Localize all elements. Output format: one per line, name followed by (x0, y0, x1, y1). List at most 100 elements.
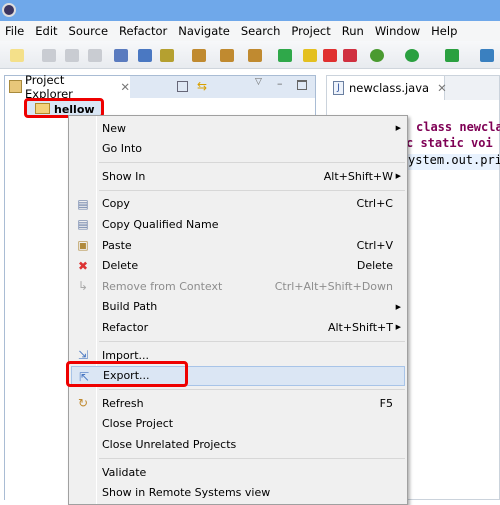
delete-icon: ✖ (77, 258, 89, 273)
menu-item-label: New (102, 121, 126, 135)
tab-newclass-java[interactable]: J newclass.java ✕ (327, 76, 447, 100)
run-icon[interactable] (405, 49, 419, 62)
menu-item-refresh[interactable]: ↻ Refresh F5 (71, 393, 405, 413)
menu-window[interactable]: Window (370, 24, 426, 38)
menu-item-copy[interactable]: ▤ Copy Ctrl+C (71, 194, 405, 214)
tab-label: Project Explorer (25, 73, 73, 101)
menu-item-new[interactable]: New ▶ (71, 118, 405, 138)
menu-item-label: Show in Remote Systems view (102, 486, 271, 500)
menu-item-copy-qualified-name[interactable]: ▤ Copy Qualified Name (71, 214, 405, 234)
resume-icon[interactable] (278, 49, 292, 62)
java-file-icon: J (333, 81, 344, 95)
debug-icon[interactable] (370, 49, 384, 62)
link-editor-icon[interactable]: ⇆ (197, 79, 207, 93)
disconnect-icon[interactable] (343, 49, 357, 62)
refresh-icon: ↻ (77, 396, 89, 411)
menu-separator (99, 341, 405, 342)
menu-search[interactable]: Search (236, 24, 287, 38)
submenu-arrow-icon: ▶ (395, 302, 401, 311)
menu-item-remove-from-context[interactable]: ↳ Remove from Context Ctrl+Alt+Shift+Down (71, 276, 405, 296)
remove-context-icon: ↳ (77, 279, 89, 294)
step-over-icon[interactable] (220, 49, 234, 62)
context-menu: New ▶ Go Into Show In Alt+Shift+W ▶ ▤ Copy Ctrl+… (68, 115, 408, 505)
eclipse-logo-icon (2, 3, 16, 17)
maximize-icon[interactable] (297, 80, 307, 90)
menu-item-label: Remove from Context (102, 279, 223, 293)
menu-item-label: Validate (102, 465, 147, 479)
view-menu-icon[interactable]: ▽ (255, 77, 262, 87)
menu-item-validate[interactable]: Validate (71, 462, 405, 482)
close-icon[interactable]: ✕ (120, 80, 130, 94)
step-return-icon[interactable] (248, 49, 262, 62)
menu-source[interactable]: Source (64, 24, 115, 38)
run-external-icon[interactable] (445, 49, 459, 62)
code-line: ystem.out.pri (408, 153, 500, 167)
tab-project-explorer[interactable]: Project Explorer ✕ (5, 73, 130, 101)
submenu-arrow-icon: ▶ (395, 172, 401, 181)
paste-icon: ▣ (77, 238, 89, 252)
menu-item-close-project[interactable]: Close Project (71, 414, 405, 434)
print-icon[interactable] (88, 49, 102, 62)
menu-item-shortcut: Ctrl+V (356, 238, 393, 252)
menu-help[interactable]: Help (426, 24, 463, 38)
step-filter-icon[interactable] (138, 49, 152, 62)
menu-item-label: Go Into (102, 142, 143, 156)
menu-item-go-into[interactable]: Go Into (71, 139, 405, 159)
menu-edit[interactable]: Edit (30, 24, 63, 38)
open-perspective-icon[interactable] (480, 49, 494, 62)
menu-item-label: Close Project (102, 417, 174, 431)
title-bar (0, 0, 500, 21)
submenu-arrow-icon: ▶ (395, 323, 401, 332)
menu-item-label: Show In (102, 169, 146, 183)
drop-frame-icon[interactable] (160, 49, 174, 62)
project-explorer-icon (9, 80, 22, 93)
menu-file[interactable]: File (0, 24, 30, 38)
menu-item-build-path[interactable]: Build Path ▶ (71, 297, 405, 317)
step-into-icon[interactable] (192, 49, 206, 62)
menu-item-shortcut: Delete (356, 259, 393, 273)
menu-item-show-in[interactable]: Show In Alt+Shift+W ▶ (71, 166, 405, 186)
code-line: c static voi (406, 136, 493, 150)
menu-item-shortcut: Ctrl+C (356, 197, 393, 211)
menu-item-label: Copy Qualified Name (102, 217, 219, 231)
copy-qualified-icon: ▤ (77, 217, 89, 232)
menu-refactor[interactable]: Refactor (114, 24, 173, 38)
close-icon[interactable]: ✕ (437, 81, 447, 95)
suspend-icon[interactable] (303, 49, 317, 62)
copy-icon: ▤ (77, 196, 89, 211)
menu-item-label: Import... (102, 348, 149, 362)
menu-item-label: Delete (102, 259, 139, 273)
minimize-icon[interactable]: – (277, 77, 283, 90)
save-icon[interactable] (42, 49, 56, 62)
export-highlight-box (66, 361, 188, 387)
menu-item-label: Copy (102, 197, 130, 211)
menu-item-label: Refactor (102, 320, 149, 334)
new-icon[interactable] (10, 49, 24, 62)
menu-item-refactor[interactable]: Refactor Alt+Shift+T ▶ (71, 317, 405, 337)
terminate-icon[interactable] (323, 49, 337, 62)
import-icon: ⇲ (77, 348, 89, 362)
menu-project[interactable]: Project (286, 24, 336, 38)
collapse-all-icon[interactable] (177, 81, 188, 92)
tab-label: newclass.java (349, 81, 430, 95)
toolbar (0, 41, 500, 69)
menu-bar: File Edit Source Refactor Navigate Search Proj… (0, 21, 500, 41)
menu-item-label: Paste (102, 238, 132, 252)
menu-item-shortcut: Alt+Shift+T (327, 320, 393, 334)
menu-separator (99, 458, 405, 459)
skip-breakpoints-icon[interactable] (114, 49, 128, 62)
menu-item-paste[interactable]: ▣ Paste Ctrl+V (71, 235, 405, 255)
save-all-icon[interactable] (65, 49, 79, 62)
menu-item-delete[interactable]: ✖ Delete Delete (71, 256, 405, 276)
menu-separator (99, 389, 405, 391)
menu-separator (99, 189, 405, 191)
menu-navigate[interactable]: Navigate (173, 24, 236, 38)
menu-item-shortcut: F5 (379, 396, 393, 410)
menu-separator (99, 162, 405, 164)
submenu-arrow-icon: ▶ (395, 124, 401, 132)
project-folder-icon (35, 103, 50, 114)
menu-item-label: Close Unrelated Projects (102, 437, 237, 451)
menu-item-close-unrelated-projects[interactable]: Close Unrelated Projects (71, 434, 405, 454)
menu-item-label: Build Path (102, 300, 158, 314)
menu-run[interactable]: Run (337, 24, 370, 38)
